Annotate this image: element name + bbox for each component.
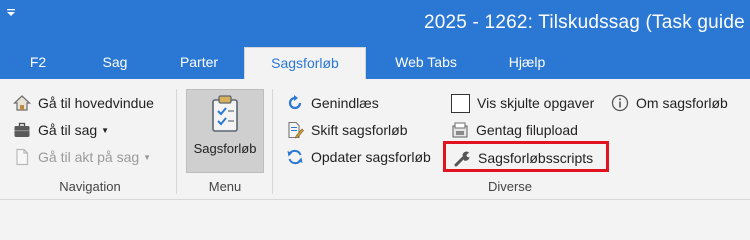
sagsforloeb-menu-label: Sagsforløb: [193, 141, 257, 156]
update-process-button[interactable]: Opdater sagsforløb: [285, 145, 431, 169]
reload-icon: [285, 93, 305, 113]
about-process-label: Om sagsforløb: [636, 95, 728, 111]
group-label-menu: Menu: [208, 179, 242, 194]
repeat-file-upload-button[interactable]: Gentag filupload: [450, 118, 578, 142]
group-divider: [272, 89, 273, 194]
home-icon: [12, 93, 32, 113]
window-title: 2025 - 1262: Tilskudssag (Task guide: [424, 12, 745, 33]
show-hidden-tasks-label: Vis skjulte opgaver: [477, 95, 595, 111]
ribbon-tab-bar: F2 Sag Parter Sagsforløb Web Tabs Hjælp: [0, 45, 750, 80]
goto-case-button[interactable]: Gå til sag ▼: [12, 118, 109, 142]
edit-document-icon: [285, 120, 305, 140]
switch-process-button[interactable]: Skift sagsforløb: [285, 118, 407, 142]
group-divider: [176, 89, 177, 194]
reload-button[interactable]: Genindlæs: [285, 91, 379, 115]
tab-web-tabs[interactable]: Web Tabs: [366, 45, 486, 79]
goto-document-on-case-button[interactable]: Gå til akt på sag ▼: [12, 145, 151, 169]
info-icon: [610, 93, 630, 113]
clipboard-check-icon: [212, 95, 238, 132]
checkbox-icon[interactable]: [450, 93, 471, 113]
tab-sag[interactable]: Sag: [76, 45, 154, 79]
goto-document-on-case-label: Gå til akt på sag: [38, 149, 140, 165]
highlight-box: [443, 141, 609, 172]
chevron-down-icon: ▼: [101, 125, 110, 135]
goto-main-window-label: Gå til hovedvindue: [38, 95, 154, 111]
quick-access-dropdown-icon[interactable]: [6, 8, 16, 18]
repeat-file-upload-label: Gentag filupload: [476, 122, 578, 138]
ribbon-panel: Gå til hovedvindue Gå til sag ▼ Gå til a…: [0, 79, 750, 200]
briefcase-icon: [12, 120, 32, 140]
about-process-button[interactable]: Om sagsforløb: [610, 91, 728, 115]
tab-f2[interactable]: F2: [0, 45, 76, 79]
tab-sagsforloeb[interactable]: Sagsforløb: [244, 47, 366, 80]
chevron-down-icon: ▼: [143, 152, 152, 162]
update-process-label: Opdater sagsforløb: [311, 149, 431, 165]
sagsforloeb-menu-button[interactable]: Sagsforløb: [186, 89, 264, 173]
upload-icon: [450, 120, 470, 140]
refresh-icon: [285, 147, 305, 167]
goto-case-label: Gå til sag: [38, 122, 98, 138]
tab-hjaelp[interactable]: Hjælp: [486, 45, 568, 79]
switch-process-label: Skift sagsforløb: [311, 122, 408, 138]
title-bar: 2025 - 1262: Tilskudssag (Task guide: [0, 0, 750, 45]
goto-main-window-button[interactable]: Gå til hovedvindue: [12, 91, 154, 115]
group-label-navigation: Navigation: [59, 179, 121, 194]
show-hidden-tasks-toggle[interactable]: Vis skjulte opgaver: [450, 91, 594, 115]
tab-parter[interactable]: Parter: [154, 45, 244, 79]
group-label-diverse: Diverse: [487, 179, 533, 194]
document-icon: [12, 147, 32, 167]
reload-label: Genindlæs: [311, 95, 379, 111]
